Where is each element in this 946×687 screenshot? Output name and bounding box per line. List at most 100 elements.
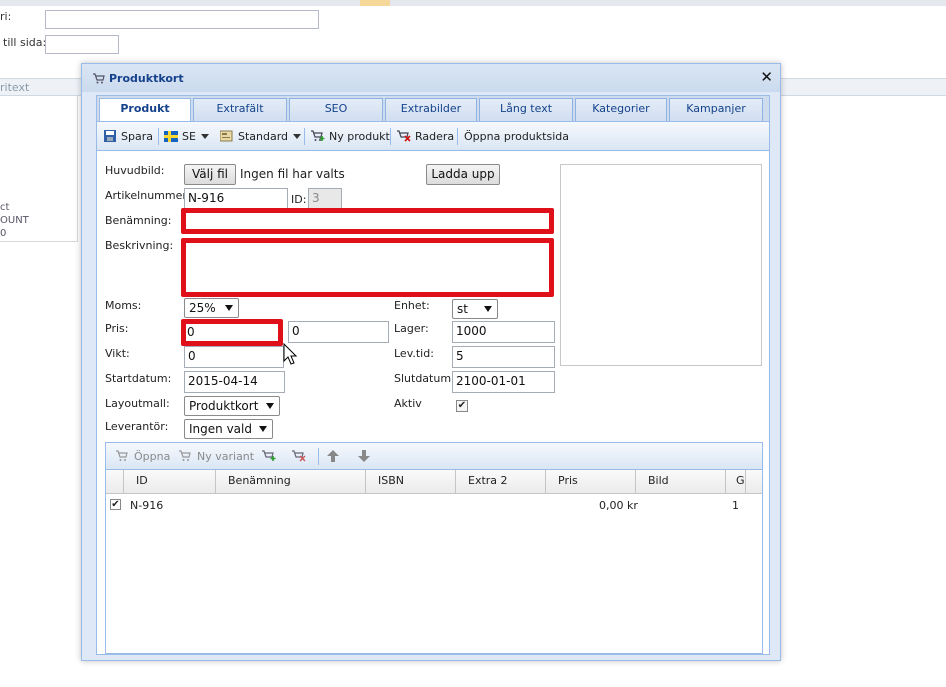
variants-grid: Öppna Ny variant ID Benämning ISBN Extra… xyxy=(105,442,763,654)
row-g: 1 xyxy=(732,499,739,512)
tab-produkt[interactable]: Produkt xyxy=(99,98,191,123)
column-header-image[interactable]: Bild xyxy=(636,470,726,493)
select-column-header xyxy=(106,470,124,493)
upload-button[interactable]: Ladda upp xyxy=(426,164,500,185)
product-toolbar: Spara SE Standard Ny produkt Radera Öppn… xyxy=(97,122,769,151)
article-number-label: Artikelnummer: xyxy=(105,189,191,202)
supplier-select[interactable]: Ingen vald xyxy=(184,419,273,439)
window-titlebar[interactable]: Produktkort ✕ xyxy=(82,64,780,92)
row-checkbox[interactable]: ✔ xyxy=(110,499,121,510)
background-left-panel: ct OUNT 0 xyxy=(0,96,78,242)
background-header-text: ritext xyxy=(0,81,30,94)
id-field: 3 xyxy=(308,188,342,210)
price-label: Pris: xyxy=(105,322,129,335)
price-input[interactable]: 0 xyxy=(181,319,283,346)
tab-lang-text[interactable]: Lång text xyxy=(479,98,573,122)
column-header-g[interactable]: G xyxy=(726,470,746,493)
end-date-input[interactable]: 2100-01-01 xyxy=(452,371,555,393)
background-highlight xyxy=(360,0,390,6)
tab-extrabilder[interactable]: Extrabilder xyxy=(385,98,477,122)
tab-seo[interactable]: SEO xyxy=(289,98,383,122)
delete-button[interactable]: Radera xyxy=(397,130,454,143)
main-image-label: Huvudbild: xyxy=(105,164,165,177)
background-input-1[interactable] xyxy=(45,10,319,29)
close-icon[interactable]: ✕ xyxy=(760,69,773,85)
arrow-down-icon xyxy=(358,450,370,462)
stock-input[interactable]: 1000 xyxy=(452,321,555,343)
add-variant-icon-button[interactable] xyxy=(262,450,280,463)
column-header-price[interactable]: Pris xyxy=(546,470,636,493)
toolbar-separator xyxy=(304,128,305,145)
cart-variant-icon xyxy=(179,450,191,461)
tab-kampanjer[interactable]: Kampanjer xyxy=(669,98,763,122)
column-header-extra2[interactable]: Extra 2 xyxy=(456,470,546,493)
price-secondary-input[interactable]: 0 xyxy=(288,321,389,343)
layout-label: Layoutmall: xyxy=(105,397,170,410)
unit-value: st xyxy=(457,302,468,316)
delivery-time-input[interactable]: 5 xyxy=(452,346,555,368)
chevron-down-icon xyxy=(259,426,267,432)
layout-select[interactable]: Produktkort xyxy=(184,396,280,416)
description-textarea[interactable] xyxy=(181,238,554,297)
chevron-down-icon xyxy=(293,134,302,139)
unit-select[interactable]: st xyxy=(452,299,498,319)
cart-add-icon xyxy=(262,450,276,461)
open-variant-button[interactable]: Öppna xyxy=(116,450,170,463)
end-date-label: Slutdatum: xyxy=(394,372,455,385)
template-icon xyxy=(220,130,233,142)
new-variant-button[interactable]: Ny variant xyxy=(179,450,254,463)
cart-icon xyxy=(116,450,128,461)
background-input-2[interactable] xyxy=(45,35,119,54)
cart-delete-icon xyxy=(397,130,411,142)
window-title: Produktkort xyxy=(109,72,184,85)
remove-variant-icon-button[interactable] xyxy=(292,450,310,463)
chevron-down-icon xyxy=(225,305,233,311)
cart-add-icon xyxy=(311,130,325,141)
tab-extrafalt[interactable]: Extrafält xyxy=(193,98,287,122)
background-left-text-3: 0 xyxy=(0,228,7,239)
language-menu[interactable]: SE xyxy=(164,130,209,143)
table-row[interactable]: ✔ N-916 0,00 kr 1 xyxy=(106,495,762,515)
save-label: Spara xyxy=(121,130,153,143)
product-card-window: Produktkort ✕ Produkt Extrafält SEO Extr… xyxy=(81,63,781,661)
toolbar-separator xyxy=(158,128,159,145)
move-up-button[interactable] xyxy=(326,450,344,463)
template-label: Standard xyxy=(238,130,289,143)
template-menu[interactable]: Standard xyxy=(220,130,302,143)
main-image-preview xyxy=(560,164,762,366)
chevron-down-icon xyxy=(484,306,492,312)
save-button[interactable]: Spara xyxy=(103,130,153,143)
new-product-button[interactable]: Ny produkt xyxy=(311,130,390,143)
column-header-name[interactable]: Benämning xyxy=(216,470,366,493)
active-label: Aktiv xyxy=(394,397,422,410)
vat-label: Moms: xyxy=(105,299,142,312)
article-number-input[interactable]: N-916 xyxy=(184,188,288,210)
arrow-up-icon xyxy=(327,450,339,462)
supplier-value: Ingen vald xyxy=(189,422,252,436)
chevron-down-icon xyxy=(266,403,274,409)
name-label: Benämning: xyxy=(105,214,172,227)
vat-select[interactable]: 25% xyxy=(184,298,239,318)
open-product-page-button[interactable]: Öppna produktsida xyxy=(464,130,569,143)
variants-header-row: ID Benämning ISBN Extra 2 Pris Bild G xyxy=(106,470,762,494)
delete-label: Radera xyxy=(415,130,455,143)
start-date-input[interactable]: 2015-04-14 xyxy=(184,371,285,393)
mouse-cursor-icon xyxy=(283,343,297,365)
name-input[interactable] xyxy=(181,208,554,234)
unit-label: Enhet: xyxy=(394,299,430,312)
choose-file-button[interactable]: Välj fil xyxy=(184,164,236,185)
weight-input[interactable]: 0 xyxy=(184,346,284,368)
row-price: 0,00 kr xyxy=(599,499,638,512)
tab-kategorier[interactable]: Kategorier xyxy=(575,98,667,122)
move-down-button[interactable] xyxy=(357,450,375,463)
no-file-text: Ingen fil har valts xyxy=(240,167,345,181)
save-icon xyxy=(104,130,116,142)
toolbar-separator xyxy=(390,128,391,145)
tab-strip: Produkt Extrafält SEO Extrabilder Lång t… xyxy=(96,95,770,123)
new-variant-label: Ny variant xyxy=(197,450,255,463)
background-topbar xyxy=(0,0,946,6)
active-checkbox[interactable]: ✔ xyxy=(456,400,468,412)
language-label: SE xyxy=(182,130,196,143)
column-header-isbn[interactable]: ISBN xyxy=(366,470,456,493)
column-header-id[interactable]: ID xyxy=(124,470,216,493)
